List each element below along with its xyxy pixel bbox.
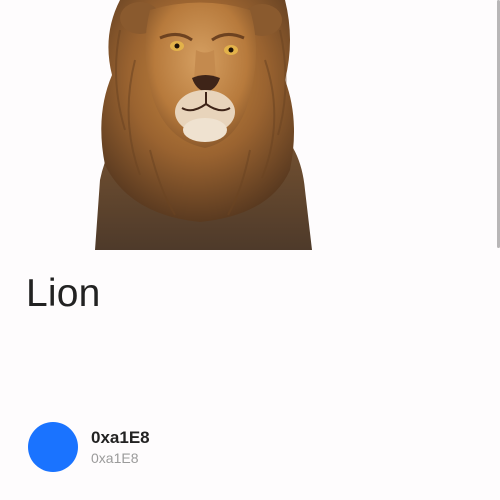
screen: Lion 0xa1E8 0xa1E8 [0, 0, 500, 500]
owner-name[interactable]: 0xa1E8 [91, 427, 150, 449]
owner-row[interactable]: 0xa1E8 0xa1E8 [28, 422, 150, 472]
item-title: Lion [26, 272, 101, 315]
avatar[interactable] [28, 422, 78, 472]
owner-info: 0xa1E8 0xa1E8 [91, 427, 150, 468]
item-image[interactable] [0, 0, 500, 250]
owner-address: 0xa1E8 [91, 449, 139, 466]
lion-photo-icon [0, 0, 500, 250]
